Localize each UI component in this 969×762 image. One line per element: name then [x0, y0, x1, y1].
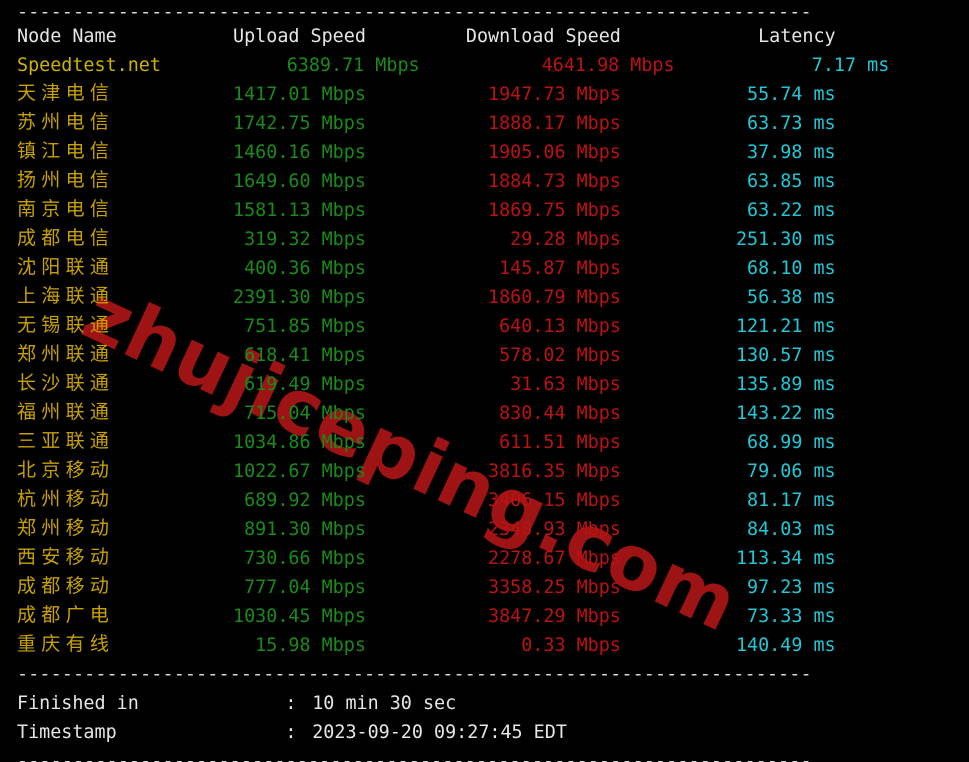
latency-value: 251.30 ms: [17, 225, 836, 254]
table-row: 天津电信1417.01 Mbps1947.73 Mbps55.74 ms: [17, 80, 957, 109]
latency-value: 143.22 ms: [17, 399, 836, 428]
footer-finished-row: Finished in:10 min 30 sec: [17, 689, 957, 718]
timestamp-colon: :: [285, 718, 296, 747]
table-row: 三亚联通1034.86 Mbps611.51 Mbps68.99 ms: [17, 428, 957, 457]
latency-value: 63.22 ms: [17, 196, 836, 225]
latency-value: 68.10 ms: [17, 254, 836, 283]
finished-colon: :: [285, 689, 296, 718]
latency-value: 97.23 ms: [17, 573, 836, 602]
table-row: 福州联通715.04 Mbps830.44 Mbps143.22 ms: [17, 399, 957, 428]
table-row: 成都电信319.32 Mbps29.28 Mbps251.30 ms: [17, 225, 957, 254]
table-row: 成都广电1030.45 Mbps3847.29 Mbps73.33 ms: [17, 602, 957, 631]
separator-middle: ----------------------------------------…: [17, 664, 812, 686]
table-row: 郑州联通618.41 Mbps578.02 Mbps130.57 ms: [17, 341, 957, 370]
latency-value: 73.33 ms: [17, 602, 836, 631]
table-row: 扬州电信1649.60 Mbps1884.73 Mbps63.85 ms: [17, 167, 957, 196]
table-row: 镇江电信1460.16 Mbps1905.06 Mbps37.98 ms: [17, 138, 957, 167]
separator-bottom: ----------------------------------------…: [17, 751, 812, 762]
separator-top: ----------------------------------------…: [17, 2, 812, 24]
timestamp-label: Timestamp: [17, 718, 117, 747]
latency-value: 56.38 ms: [17, 283, 836, 312]
latency-value: 68.99 ms: [17, 428, 836, 457]
latency-value: 113.34 ms: [17, 544, 836, 573]
footer-timestamp-row: Timestamp:2023-09-20 09:27:45 EDT: [17, 718, 957, 747]
terminal-output: ----------------------------------------…: [0, 0, 969, 762]
table-row: Speedtest.net6389.71 Mbps4641.98 Mbps7.1…: [17, 51, 957, 80]
table-header-row: Node NameUpload SpeedDownload SpeedLaten…: [17, 22, 957, 51]
finished-label: Finished in: [17, 689, 139, 718]
timestamp-value: 2023-09-20 09:27:45 EDT: [312, 718, 567, 747]
latency-value: 130.57 ms: [17, 341, 836, 370]
latency-value: 135.89 ms: [17, 370, 836, 399]
latency-value: 79.06 ms: [17, 457, 836, 486]
latency-value: 55.74 ms: [17, 80, 836, 109]
header-latency: Latency: [17, 22, 836, 51]
latency-value: 7.17 ms: [17, 51, 889, 80]
table-row: 上海联通2391.30 Mbps1860.79 Mbps56.38 ms: [17, 283, 957, 312]
latency-value: 81.17 ms: [17, 486, 836, 515]
terminal-window: zhujiceping.com ------------------------…: [0, 0, 969, 762]
table-row: 杭州移动689.92 Mbps3406.15 Mbps81.17 ms: [17, 486, 957, 515]
table-row: 沈阳联通400.36 Mbps145.87 Mbps68.10 ms: [17, 254, 957, 283]
table-row: 北京移动1022.67 Mbps3816.35 Mbps79.06 ms: [17, 457, 957, 486]
table-row: 成都移动777.04 Mbps3358.25 Mbps97.23 ms: [17, 573, 957, 602]
latency-value: 37.98 ms: [17, 138, 836, 167]
latency-value: 63.85 ms: [17, 167, 836, 196]
latency-value: 140.49 ms: [17, 631, 836, 660]
table-row: 重庆有线15.98 Mbps0.33 Mbps140.49 ms: [17, 631, 957, 660]
table-row: 无锡联通751.85 Mbps640.13 Mbps121.21 ms: [17, 312, 957, 341]
table-row: 西安移动730.66 Mbps2278.67 Mbps113.34 ms: [17, 544, 957, 573]
latency-value: 63.73 ms: [17, 109, 836, 138]
table-row: 南京电信1581.13 Mbps1869.75 Mbps63.22 ms: [17, 196, 957, 225]
table-row: 长沙联通619.49 Mbps31.63 Mbps135.89 ms: [17, 370, 957, 399]
table-row: 郑州移动891.30 Mbps2340.93 Mbps84.03 ms: [17, 515, 957, 544]
latency-value: 121.21 ms: [17, 312, 836, 341]
table-row: 苏州电信1742.75 Mbps1888.17 Mbps63.73 ms: [17, 109, 957, 138]
latency-value: 84.03 ms: [17, 515, 836, 544]
finished-value: 10 min 30 sec: [312, 689, 456, 718]
